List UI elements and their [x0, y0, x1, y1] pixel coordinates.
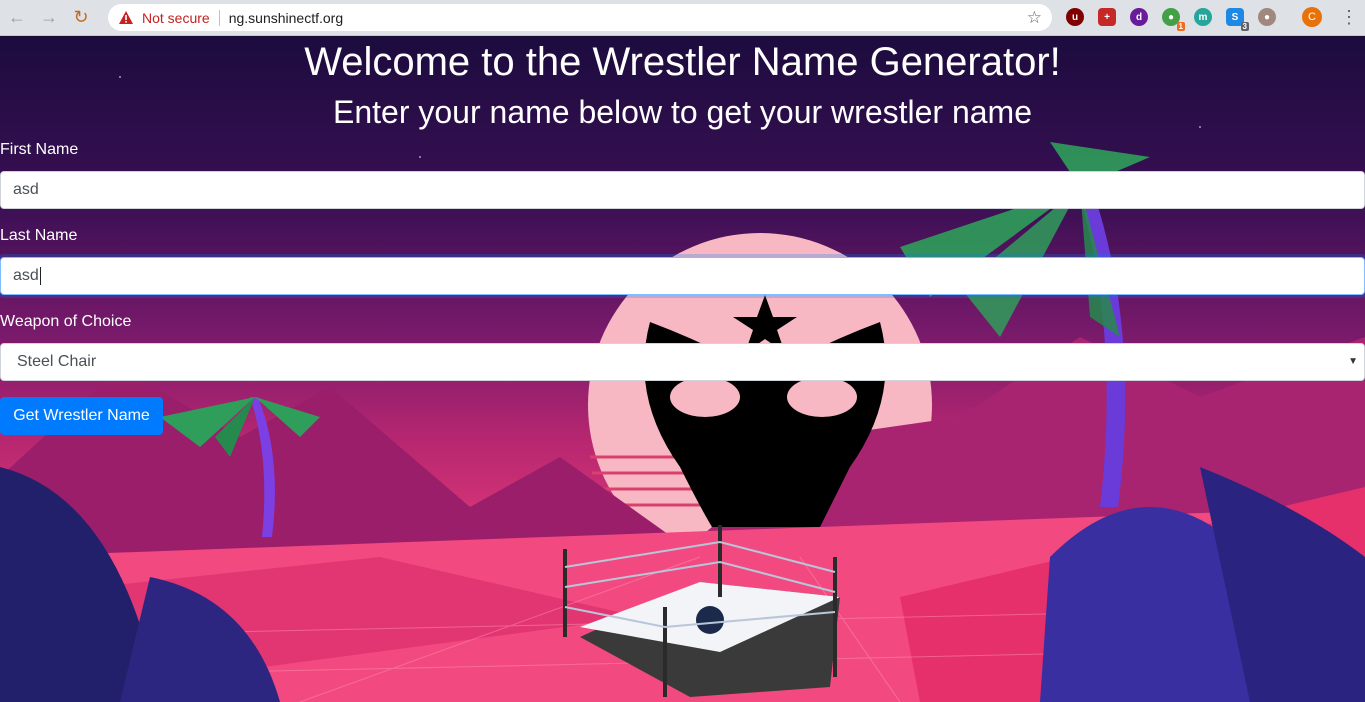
first-name-value: asd	[13, 181, 39, 198]
s-extension-icon[interactable]: S3	[1226, 8, 1249, 31]
browser-toolbar: ← → ↻ Not secure ng.sunshinectf.org ☆ u …	[0, 0, 1365, 36]
forward-icon[interactable]: →	[34, 3, 64, 33]
medical-extension-icon[interactable]: +	[1098, 8, 1116, 26]
security-status[interactable]: Not secure	[142, 10, 210, 26]
weapon-label: Weapon of Choice	[0, 313, 132, 330]
page-title: Welcome to the Wrestler Name Generator!	[304, 40, 1061, 84]
weapon-select[interactable]: Steel Chair ▼	[0, 343, 1365, 381]
bookmark-star-icon[interactable]: ☆	[1027, 8, 1042, 28]
page-content: Welcome to the Wrestler Name Generator! …	[0, 37, 1365, 702]
warning-icon	[119, 10, 133, 24]
cookie-extension-icon[interactable]: ●	[1258, 8, 1276, 26]
get-wrestler-name-button[interactable]: Get Wrestler Name	[0, 397, 163, 435]
last-name-input[interactable]: asd	[0, 257, 1365, 295]
extension-badge: 1	[1176, 22, 1185, 31]
text-cursor	[39, 266, 41, 285]
last-name-label: Last Name	[0, 227, 78, 244]
m-extension-icon[interactable]: m	[1194, 8, 1212, 26]
profile-avatar[interactable]: C	[1302, 7, 1322, 27]
first-name-label: First Name	[0, 141, 79, 158]
chat-extension-icon[interactable]: ● 1	[1162, 8, 1185, 31]
dashlane-extension-icon[interactable]: d	[1130, 8, 1148, 26]
url-text[interactable]: ng.sunshinectf.org	[229, 10, 343, 26]
weapon-selected-value: Steel Chair	[17, 353, 97, 370]
extension-badge: 3	[1240, 22, 1249, 31]
page-subtitle: Enter your name below to get your wrestl…	[333, 94, 1032, 130]
back-icon[interactable]: ←	[2, 3, 32, 33]
dropdown-arrow-icon: ▼	[1348, 356, 1358, 367]
ublock-extension-icon[interactable]: u	[1066, 8, 1084, 26]
browser-menu-icon[interactable]: ⋮	[1340, 7, 1358, 27]
divider	[218, 9, 220, 26]
first-name-input[interactable]: asd	[0, 171, 1365, 209]
reload-icon[interactable]: ↻	[66, 3, 96, 33]
last-name-value: asd	[13, 267, 39, 284]
address-bar[interactable]: Not secure ng.sunshinectf.org ☆	[108, 4, 1052, 31]
